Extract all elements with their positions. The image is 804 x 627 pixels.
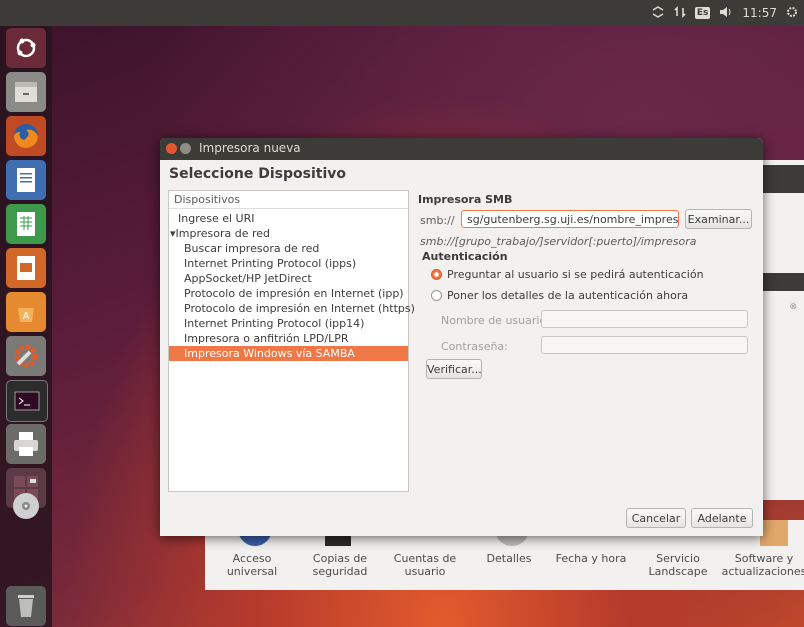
transfer-icon[interactable] [674, 5, 686, 21]
device-group-network[interactable]: ▾Impresora de red [169, 226, 408, 241]
auth-set-label[interactable]: Poner los detalles de la autenticación a… [447, 289, 688, 302]
device-item-ipps[interactable]: Internet Printing Protocol (ipps) [169, 256, 408, 271]
new-printer-dialog: Impresora nueva Seleccione Dispositivo D… [160, 138, 763, 536]
settings-item-software-updates[interactable]: Software y actualizaciones [721, 552, 804, 578]
keyboard-layout-indicator[interactable]: Es [694, 7, 711, 19]
settings-item-date-time[interactable]: Fecha y hora [551, 552, 631, 565]
password-label: Contraseña: [441, 340, 508, 353]
smb-prefix-label: smb:// [420, 214, 455, 227]
device-list[interactable]: Dispositivos Ingrese el URI ▾Impresora d… [168, 190, 415, 492]
svg-text:A: A [23, 311, 30, 322]
settings-item-backup[interactable]: Copias de seguridad [300, 552, 380, 578]
verify-button[interactable]: Verificar... [426, 359, 482, 379]
device-item-ipp14[interactable]: Internet Printing Protocol (ipp14) [169, 316, 408, 331]
device-item-ipp[interactable]: Protocolo de impresión en Internet (ipp) [169, 286, 408, 301]
page-title: Seleccione Dispositivo [169, 166, 346, 182]
clock[interactable]: 11:57 [742, 6, 777, 20]
dialog-titlebar: Impresora nueva [160, 138, 763, 160]
device-item-samba[interactable]: Impresora Windows vía SAMBA [169, 346, 408, 361]
settings-item-accessibility[interactable]: Acceso universal [212, 552, 292, 578]
device-item-lpd[interactable]: Impresora o anfitrión LPD/LPR [169, 331, 408, 346]
network-icon[interactable] [651, 5, 665, 21]
forward-button[interactable]: Adelante [691, 508, 753, 528]
auth-ask-radio[interactable] [431, 269, 442, 280]
settings-item-landscape[interactable]: Servicio Landscape [638, 552, 718, 578]
gear-icon[interactable] [786, 6, 798, 21]
dvd-icon[interactable] [6, 486, 46, 526]
ubuntu-dash-icon[interactable] [6, 28, 46, 68]
settings-item-details[interactable]: Detalles [469, 552, 549, 565]
dialog-title: Impresora nueva [199, 141, 301, 155]
settings-item-user-accounts[interactable]: Cuentas de usuario [385, 552, 465, 578]
writer-icon[interactable] [6, 160, 46, 200]
auth-section-title: Autenticación [422, 250, 508, 263]
device-item-appsocket[interactable]: AppSocket/HP JetDirect [169, 271, 408, 286]
trash-icon[interactable] [6, 586, 46, 626]
volume-icon[interactable] [719, 6, 733, 21]
auth-set-radio[interactable] [431, 290, 442, 301]
system-settings-icon[interactable] [6, 336, 46, 376]
software-updates-icon [760, 520, 788, 546]
device-item-https[interactable]: Protocolo de impresión en Internet (http… [169, 301, 415, 316]
firefox-icon[interactable] [6, 116, 46, 156]
calc-icon[interactable] [6, 204, 46, 244]
close-icon: ⊗ [789, 302, 797, 312]
device-item-uri[interactable]: Ingrese el URI [169, 211, 408, 226]
terminal-icon[interactable] [6, 380, 48, 422]
impress-icon[interactable] [6, 248, 46, 288]
smb-uri-input[interactable]: sg/gutenberg.sg.uji.es/nombre_impresora [461, 210, 679, 228]
smb-uri-hint: smb://[grupo_trabajo/]servidor[:puerto]/… [420, 235, 697, 248]
username-field[interactable] [541, 310, 748, 328]
cancel-button[interactable]: Cancelar [626, 508, 686, 528]
browse-button[interactable]: Examinar... [685, 209, 752, 229]
smb-section-title: Impresora SMB [418, 193, 513, 206]
launcher: A [0, 26, 52, 627]
device-item-find-network[interactable]: Buscar impresora de red [169, 241, 408, 256]
system-tray: Es 11:57 [651, 0, 798, 26]
auth-ask-label[interactable]: Preguntar al usuario si se pedirá autent… [447, 268, 704, 281]
close-icon[interactable] [166, 143, 177, 154]
printer-icon[interactable] [6, 424, 46, 464]
username-label: Nombre de usuario: [441, 314, 550, 327]
files-icon[interactable] [6, 72, 46, 112]
device-list-header[interactable]: Dispositivos [169, 191, 408, 209]
password-field[interactable] [541, 336, 748, 354]
software-center-icon[interactable]: A [6, 292, 46, 332]
top-panel: Es 11:57 [0, 0, 804, 26]
minimize-icon[interactable] [180, 143, 191, 154]
